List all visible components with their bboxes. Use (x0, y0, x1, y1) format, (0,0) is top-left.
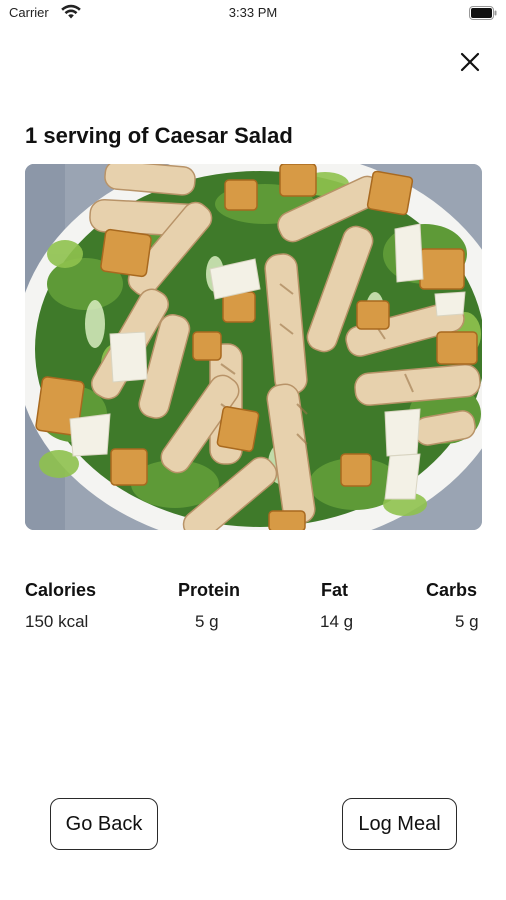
battery-icon (469, 6, 497, 20)
fat-label: Fat (321, 580, 348, 600)
go-back-button[interactable]: Go Back (50, 798, 158, 850)
fat-value: 14 g (320, 612, 354, 631)
carbs-value: 5 g (455, 612, 479, 631)
calories-label: Calories (25, 580, 97, 600)
status-bar: Carrier 3:33 PM (0, 0, 506, 26)
protein-label: Protein (178, 580, 241, 600)
salad-photo (25, 164, 482, 530)
close-button[interactable] (455, 47, 485, 77)
page-title: 1 serving of Caesar Salad (25, 123, 293, 148)
calories-value: 150 kcal (25, 612, 89, 631)
log-meal-button[interactable]: Log Meal (342, 798, 457, 850)
protein-value: 5 g (195, 612, 219, 631)
carbs-label: Carbs (426, 580, 478, 600)
close-icon (460, 52, 480, 72)
status-time: 3:33 PM (228, 5, 278, 20)
nutrition-summary: Calories 150 kcal Protein 5 g Fat 14 g C… (25, 580, 482, 640)
